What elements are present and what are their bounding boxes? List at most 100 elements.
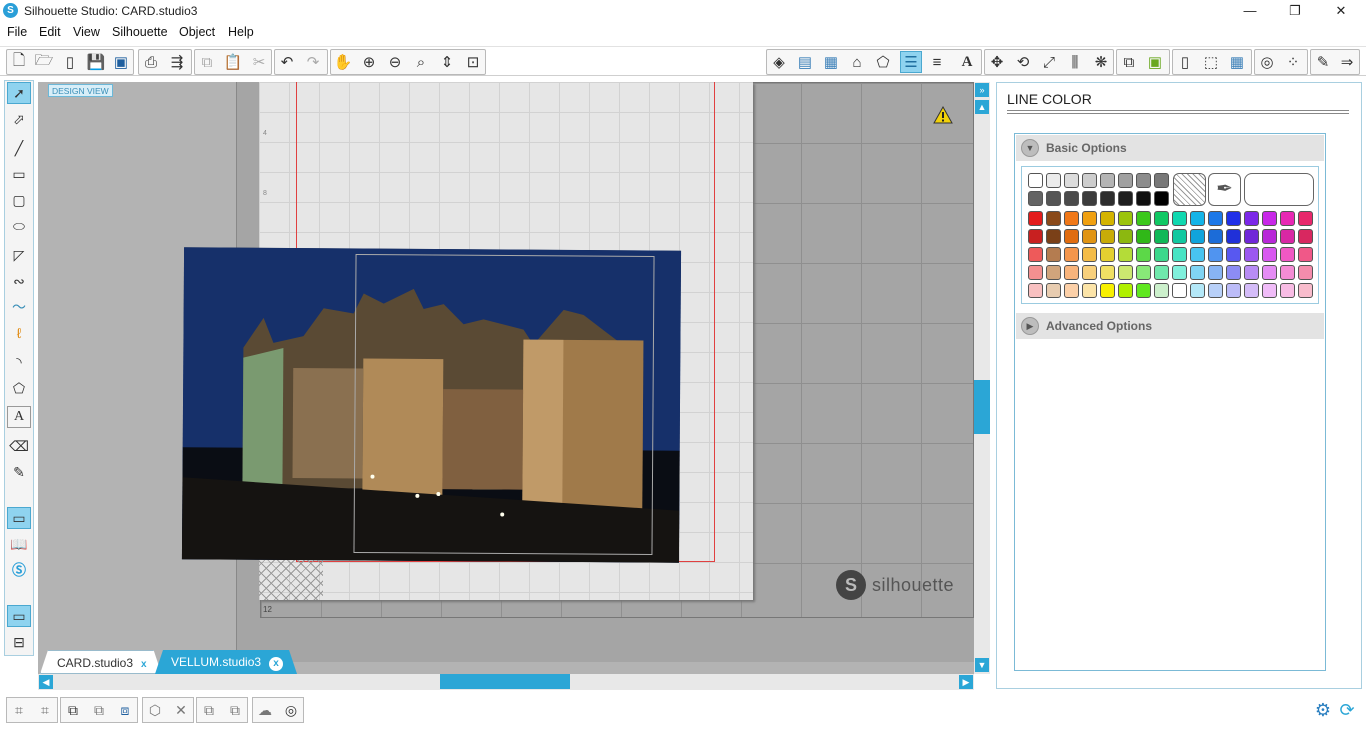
color-swatch[interactable] xyxy=(1208,211,1223,226)
color-swatch[interactable] xyxy=(1208,265,1223,280)
color-swatch[interactable] xyxy=(1028,247,1043,262)
color-swatch[interactable] xyxy=(1118,173,1133,188)
rounded-rect-tool-icon[interactable]: ▢ xyxy=(7,189,31,211)
trace-target-icon[interactable]: ◎ xyxy=(280,699,302,721)
color-swatch[interactable] xyxy=(1118,265,1133,280)
modify-icon[interactable]: ⧉ xyxy=(1118,51,1140,73)
color-swatch[interactable] xyxy=(1280,247,1295,262)
redo-icon[interactable]: ↷ xyxy=(302,51,324,73)
undo-icon[interactable]: ↶ xyxy=(276,51,298,73)
copy-icon[interactable]: ⧉ xyxy=(196,51,218,73)
color-swatch[interactable] xyxy=(1280,229,1295,244)
color-swatch[interactable] xyxy=(1298,283,1313,298)
offset-icon[interactable]: ▣ xyxy=(1144,51,1166,73)
release-compound-icon[interactable]: ⧉ xyxy=(224,699,246,721)
color-swatch[interactable] xyxy=(1100,191,1115,206)
color-swatch[interactable] xyxy=(1208,229,1223,244)
color-swatch[interactable] xyxy=(1064,247,1079,262)
color-swatch[interactable] xyxy=(1064,283,1079,298)
color-swatch[interactable] xyxy=(1064,229,1079,244)
text-style-icon[interactable]: A xyxy=(956,51,978,73)
color-swatch[interactable] xyxy=(1154,247,1169,262)
color-swatch[interactable] xyxy=(1136,173,1151,188)
gradient-icon[interactable]: ▤ xyxy=(794,51,816,73)
color-swatch[interactable] xyxy=(1082,191,1097,206)
color-swatch[interactable] xyxy=(1280,211,1295,226)
color-swatch[interactable] xyxy=(1046,283,1061,298)
color-swatch[interactable] xyxy=(1172,229,1187,244)
send-icon[interactable]: ⇒ xyxy=(1336,51,1358,73)
silhouette-store-icon[interactable]: Ⓢ xyxy=(7,559,31,581)
single-view-icon[interactable]: ▭ xyxy=(7,605,31,627)
minimize-button[interactable]: — xyxy=(1227,0,1273,22)
color-swatch[interactable] xyxy=(1136,265,1151,280)
color-swatch[interactable] xyxy=(1046,191,1061,206)
color-swatch[interactable] xyxy=(1028,283,1043,298)
menu-view[interactable]: View xyxy=(73,25,100,39)
bring-forward-icon[interactable]: ⧉ xyxy=(62,699,84,721)
tab-vellum[interactable]: VELLUM.studio3 x xyxy=(155,650,297,674)
color-swatch[interactable] xyxy=(1154,283,1169,298)
color-swatch[interactable] xyxy=(1244,247,1259,262)
color-swatch[interactable] xyxy=(1262,283,1277,298)
vertical-scrollbar[interactable] xyxy=(974,82,990,674)
color-swatch[interactable] xyxy=(1136,211,1151,226)
open-library-icon[interactable]: ▯ xyxy=(59,51,81,73)
close-button[interactable]: ✕ xyxy=(1318,0,1364,22)
collapse-panel-icon[interactable]: » xyxy=(975,83,989,97)
grid-settings-icon[interactable]: ▦ xyxy=(1226,51,1248,73)
color-swatch[interactable] xyxy=(1028,211,1043,226)
zoom-selection-icon[interactable]: ⌕ xyxy=(410,51,432,73)
scale-icon[interactable]: ⤢ xyxy=(1038,51,1060,73)
replicate-icon[interactable]: ❋ xyxy=(1090,51,1112,73)
drag-zoom-icon[interactable]: ⇕ xyxy=(436,51,458,73)
color-swatch[interactable] xyxy=(1064,173,1079,188)
save-library-icon[interactable]: ▣ xyxy=(110,51,132,73)
restore-button[interactable]: ❐ xyxy=(1272,0,1318,22)
color-swatch[interactable] xyxy=(1118,247,1133,262)
color-swatch[interactable] xyxy=(1244,211,1259,226)
delete-icon[interactable]: ✕ xyxy=(170,699,192,721)
design-view-icon[interactable]: ▭ xyxy=(7,507,31,529)
color-swatch[interactable] xyxy=(1028,265,1043,280)
current-color-swatch[interactable] xyxy=(1244,173,1314,206)
color-swatch[interactable] xyxy=(1226,247,1241,262)
color-swatch[interactable] xyxy=(1082,283,1097,298)
transform-icon[interactable]: ✥ xyxy=(986,51,1008,73)
color-swatch[interactable] xyxy=(1046,173,1061,188)
arc-tool-icon[interactable]: ◝ xyxy=(7,351,31,373)
fill-color-icon[interactable]: ◈ xyxy=(768,51,790,73)
color-swatch[interactable] xyxy=(1298,265,1313,280)
print-cut-icon[interactable]: ⁘ xyxy=(1282,51,1304,73)
offset-icon[interactable]: ☁ xyxy=(254,699,276,721)
color-swatch[interactable] xyxy=(1100,247,1115,262)
line-color-icon[interactable]: ☰ xyxy=(900,51,922,73)
curve-tool-icon[interactable]: ∾ xyxy=(7,270,31,292)
line-tool-icon[interactable]: ╱ xyxy=(7,137,31,159)
color-swatch[interactable] xyxy=(1226,283,1241,298)
weld-icon[interactable]: ⬡ xyxy=(144,699,166,721)
color-swatch[interactable] xyxy=(1136,247,1151,262)
color-swatch[interactable] xyxy=(1172,265,1187,280)
color-swatch[interactable] xyxy=(1082,211,1097,226)
scroll-up-icon[interactable]: ▲ xyxy=(975,100,989,114)
registration-icon[interactable]: ⬚ xyxy=(1200,51,1222,73)
warning-icon[interactable] xyxy=(933,106,953,124)
color-swatch[interactable] xyxy=(1190,229,1205,244)
split-view-icon[interactable]: ⊟ xyxy=(7,631,31,653)
color-swatch[interactable] xyxy=(1244,265,1259,280)
smooth-freehand-icon[interactable]: ℓ xyxy=(7,322,31,344)
color-swatch[interactable] xyxy=(1082,265,1097,280)
color-swatch[interactable] xyxy=(1046,247,1061,262)
cut-icon[interactable]: ✂ xyxy=(248,51,270,73)
point-edit-tool-icon[interactable]: ⬀ xyxy=(7,108,31,130)
color-swatch[interactable] xyxy=(1028,191,1043,206)
color-swatch[interactable] xyxy=(1064,211,1079,226)
scroll-left-icon[interactable]: ◀ xyxy=(39,675,53,689)
cut-settings-icon[interactable]: ✎ xyxy=(1312,51,1334,73)
send-backward-icon[interactable]: ⧉ xyxy=(88,699,110,721)
color-swatch[interactable] xyxy=(1118,283,1133,298)
line-width-icon[interactable]: ≡ xyxy=(926,51,948,73)
color-swatch[interactable] xyxy=(1100,173,1115,188)
pan-hand-icon[interactable]: ✋ xyxy=(332,51,354,73)
